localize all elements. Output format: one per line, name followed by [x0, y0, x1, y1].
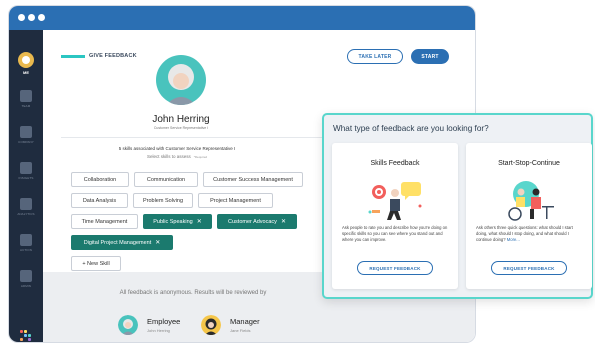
new-skill-label: + New Skill	[82, 260, 110, 267]
card-title: Start-Stop-Continue	[498, 160, 560, 167]
panel-title: What type of feedback are you looking fo…	[333, 124, 489, 133]
me-avatar-icon	[18, 52, 34, 68]
skill-chip-label: Customer Success Management	[213, 176, 293, 183]
team-icon	[20, 90, 32, 102]
more-link[interactable]: More...	[507, 237, 520, 242]
page-title: GIVE FEEDBACK	[61, 53, 137, 59]
skills-hint-text: Select skills to assess	[146, 154, 191, 159]
skill-chip-selected[interactable]: Public Speaking ✕	[143, 214, 212, 229]
anonymous-notice: All feedback is anonymous. Results will …	[119, 290, 267, 296]
skill-chip-label: Time Management	[81, 218, 128, 225]
skill-chip-label: Project Management	[210, 197, 261, 204]
sidebar-item-admin[interactable]: ADMIN	[9, 270, 43, 288]
card-description-text: Ask others three quick questions: what s…	[476, 225, 573, 242]
sidebar-item-label: TEAM	[21, 104, 31, 108]
skill-chip[interactable]: Communication	[134, 172, 198, 187]
skills-hint: Select skills to assess *Required	[61, 154, 293, 159]
skill-chip[interactable]: Problem Solving	[133, 193, 193, 208]
sidebar-item-label: ADMIN	[20, 284, 32, 288]
sidebar-item-analytics[interactable]: ANALYTICS	[9, 198, 43, 216]
sidebar-item-company[interactable]: COMPANY	[9, 126, 43, 144]
profile-avatar	[156, 55, 206, 105]
new-skill-button[interactable]: + New Skill	[71, 256, 121, 271]
sidebar-item-label: ME	[23, 70, 29, 75]
start-stop-continue-card[interactable]: Start-Stop-Continue Ask others three qui…	[466, 143, 592, 289]
skill-chip[interactable]: Data Analysis	[71, 193, 128, 208]
take-later-button[interactable]: TAKE LATER	[347, 49, 403, 64]
page-title-text: GIVE FEEDBACK	[89, 53, 137, 59]
window-dot-icon[interactable]	[18, 14, 25, 21]
start-stop-continue-illustration-icon	[508, 181, 554, 221]
employee-avatar	[118, 315, 138, 335]
skill-chip[interactable]: Customer Success Management	[203, 172, 303, 187]
sidebar-item-insights[interactable]: INSIGHTS	[9, 162, 43, 180]
start-button[interactable]: START	[411, 49, 449, 64]
feedback-type-panel: What type of feedback are you looking fo…	[322, 113, 593, 299]
required-label: *Required	[193, 155, 208, 159]
sidebar-item-label: INSIGHTS	[18, 176, 34, 180]
employee-avatar-icon	[118, 315, 138, 335]
close-icon[interactable]: ✕	[197, 218, 202, 225]
header-accent	[61, 54, 85, 58]
manager-name: Jane Fields	[230, 328, 251, 333]
divider	[61, 137, 325, 138]
request-feedback-button[interactable]: REQUEST FEEDBACK	[491, 261, 567, 275]
request-feedback-button[interactable]: REQUEST FEEDBACK	[357, 261, 433, 275]
skill-chip-label: Customer Advocacy	[228, 218, 277, 225]
employee-name: John Herring	[147, 328, 170, 333]
skill-chip[interactable]: Project Management	[198, 193, 273, 208]
company-icon	[20, 126, 32, 138]
sidebar-item-action[interactable]: ACTION	[9, 234, 43, 252]
sidebar-item-label: ACTION	[20, 248, 32, 252]
app-logo-icon	[20, 330, 32, 342]
manager-avatar	[201, 315, 221, 335]
skill-chip[interactable]: Time Management	[71, 214, 138, 229]
sidebar-item-me[interactable]: ME	[9, 52, 43, 75]
card-description: Ask others three quick questions: what s…	[476, 225, 584, 243]
skills-illustration-icon	[368, 182, 422, 220]
close-icon[interactable]: ✕	[155, 239, 160, 246]
person-name: John Herring	[152, 114, 210, 125]
skill-chip-selected[interactable]: Customer Advocacy ✕	[217, 214, 297, 229]
sidebar: ME TEAM COMPANY INSIGHTS ANALYTICS ACTIO…	[9, 30, 43, 342]
skills-feedback-card[interactable]: Skills Feedback Ask people to rate you a…	[332, 143, 458, 289]
sidebar-item-label: COMPANY	[18, 140, 34, 144]
skill-chip-label: Public Speaking	[153, 218, 193, 225]
skills-count: 5 skills associated with Customer Servic…	[118, 146, 236, 151]
sidebar-item-label: ANALYTICS	[17, 212, 35, 216]
action-icon	[20, 234, 32, 246]
person-role: Customer Service Representative I	[153, 126, 209, 130]
window-dot-icon[interactable]	[28, 14, 35, 21]
admin-icon	[20, 270, 32, 282]
analytics-icon	[20, 198, 32, 210]
window-dot-icon[interactable]	[38, 14, 45, 21]
sidebar-item-team[interactable]: TEAM	[9, 90, 43, 108]
employee-title: Employee	[147, 317, 181, 326]
close-icon[interactable]: ✕	[281, 218, 286, 225]
skill-chip-label: Digital Project Management	[83, 239, 152, 246]
skill-chip-selected[interactable]: Digital Project Management ✕	[71, 235, 173, 250]
skill-chip-label: Data Analysis	[82, 197, 117, 204]
skill-chip[interactable]: Collaboration	[71, 172, 129, 187]
manager-avatar-icon	[201, 315, 221, 335]
insights-icon	[20, 162, 32, 174]
window-titlebar	[9, 6, 475, 30]
person-avatar-icon	[166, 64, 196, 105]
card-title: Skills Feedback	[370, 160, 420, 167]
skill-chip-label: Problem Solving	[142, 197, 184, 204]
skill-chip-label: Collaboration	[83, 176, 117, 183]
manager-title: Manager	[230, 317, 260, 326]
card-description: Ask people to rate you and describe how …	[342, 225, 448, 242]
skill-chip-label: Communication	[146, 176, 186, 183]
